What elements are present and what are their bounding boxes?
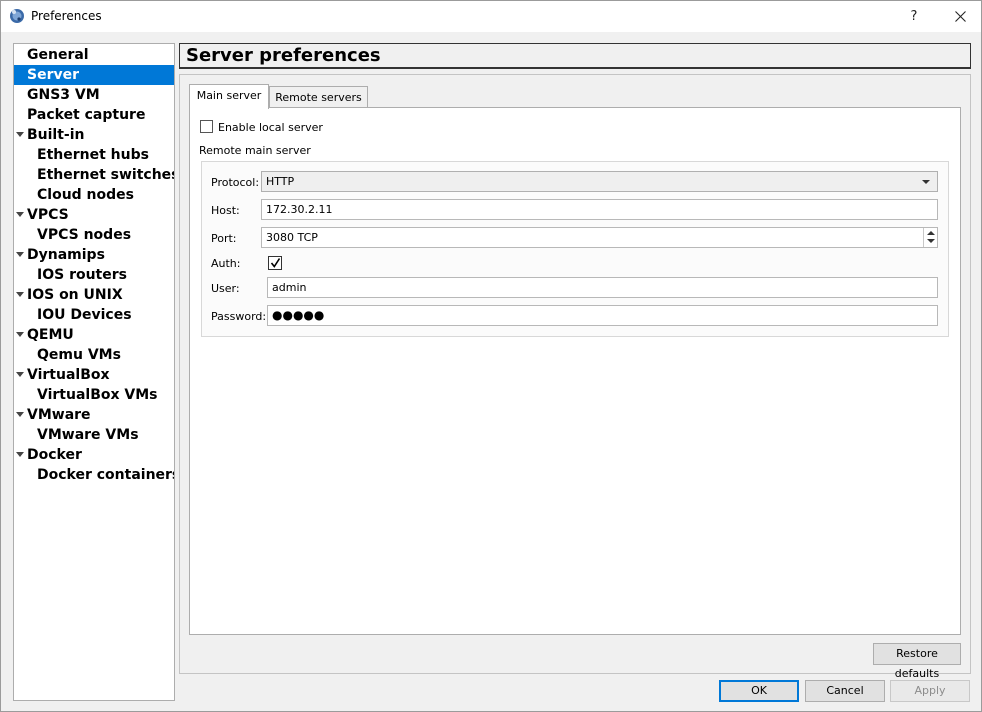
tree-item-general[interactable]: General: [14, 45, 174, 65]
tree-item-ethernet-switches[interactable]: Ethernet switches: [14, 165, 174, 185]
tree-item-docker-containers[interactable]: Docker containers: [14, 465, 174, 485]
tree-item-label: Ethernet hubs: [37, 147, 149, 163]
chevron-down-icon: [922, 180, 930, 184]
tree-item-server[interactable]: Server: [14, 65, 174, 85]
tree-item-label: IOU Devices: [37, 307, 132, 323]
tree-item-label: QEMU: [27, 327, 74, 343]
host-value: 172.30.2.11: [266, 203, 333, 216]
user-label: User:: [211, 282, 240, 295]
tree-item-virtualbox-vms[interactable]: VirtualBox VMs: [14, 385, 174, 405]
expand-arrow-icon[interactable]: [16, 132, 24, 137]
tree-item-ios-on-unix[interactable]: IOS on UNIX: [14, 285, 174, 305]
protocol-select[interactable]: HTTP: [261, 171, 938, 192]
expand-arrow-icon[interactable]: [16, 372, 24, 377]
tree-item-cloud-nodes[interactable]: Cloud nodes: [14, 185, 174, 205]
tree-item-packet-capture[interactable]: Packet capture: [14, 105, 174, 125]
page-header: Server preferences: [179, 43, 971, 69]
tree-item-label: GNS3 VM: [27, 87, 100, 103]
tree-item-label: Docker: [27, 447, 82, 463]
gns3-app-icon: [9, 8, 25, 24]
expand-arrow-icon[interactable]: [16, 452, 24, 457]
expand-arrow-icon[interactable]: [16, 412, 24, 417]
title-bar: Preferences ?: [1, 1, 981, 32]
password-value: ●●●●●: [272, 308, 325, 322]
tree-item-label: General: [27, 47, 89, 63]
tree-item-ios-routers[interactable]: IOS routers: [14, 265, 174, 285]
cancel-button[interactable]: Cancel: [805, 680, 885, 702]
tree-item-docker[interactable]: Docker: [14, 445, 174, 465]
tree-item-vpcs[interactable]: VPCS: [14, 205, 174, 225]
tree-item-virtualbox[interactable]: VirtualBox: [14, 365, 174, 385]
password-label: Password:: [211, 310, 267, 323]
tree-item-qemu[interactable]: QEMU: [14, 325, 174, 345]
tree-item-vpcs-nodes[interactable]: VPCS nodes: [14, 225, 174, 245]
tree-item-ethernet-hubs[interactable]: Ethernet hubs: [14, 145, 174, 165]
preferences-window: Preferences ? General Server GNS3 VM Packet…: [0, 0, 982, 712]
tree-item-iou-devices[interactable]: IOU Devices: [14, 305, 174, 325]
port-spin-buttons[interactable]: [923, 228, 937, 247]
page-title: Server preferences: [186, 45, 381, 66]
tree-item-label: Built-in: [27, 127, 85, 143]
expand-arrow-icon[interactable]: [16, 252, 24, 257]
tree-item-qemu-vms[interactable]: Qemu VMs: [14, 345, 174, 365]
user-value: admin: [272, 281, 307, 294]
tree-item-label: Cloud nodes: [37, 187, 134, 203]
host-label: Host:: [211, 204, 240, 217]
help-button[interactable]: ?: [897, 1, 931, 32]
port-value: 3080 TCP: [266, 231, 318, 244]
tab-main-server-label: Main server: [196, 89, 262, 102]
spin-up-icon[interactable]: [927, 231, 935, 235]
auth-label: Auth:: [211, 257, 241, 270]
user-input[interactable]: admin: [267, 277, 938, 298]
tree-item-vmware[interactable]: VMware: [14, 405, 174, 425]
tree-item-label: Packet capture: [27, 107, 146, 123]
preferences-tree: General Server GNS3 VM Packet capture Built-…: [13, 43, 175, 701]
protocol-label: Protocol:: [211, 176, 260, 189]
tree-item-label: Ethernet switches: [37, 167, 175, 183]
ok-button[interactable]: OK: [719, 680, 799, 702]
close-icon: [954, 11, 966, 22]
protocol-value: HTTP: [266, 175, 295, 188]
tree-item-label: VPCS nodes: [37, 227, 132, 243]
expand-arrow-icon[interactable]: [16, 332, 24, 337]
auth-checkbox[interactable]: [268, 256, 282, 270]
tree-item-built-in[interactable]: Built-in: [14, 125, 174, 145]
close-button[interactable]: [941, 1, 979, 32]
remote-main-server-title: Remote main server: [199, 144, 311, 157]
tree-item-label: VMware VMs: [37, 427, 139, 443]
window-title: Preferences: [31, 9, 102, 23]
tree-item-label: VPCS: [27, 207, 69, 223]
tab-remote-servers-label: Remote servers: [275, 91, 362, 104]
enable-local-server-label: Enable local server: [218, 121, 323, 134]
port-label: Port:: [211, 232, 237, 245]
expand-arrow-icon[interactable]: [16, 212, 24, 217]
enable-local-server-checkbox[interactable]: [200, 120, 213, 133]
apply-button[interactable]: Apply: [890, 680, 970, 702]
tab-remote-servers[interactable]: Remote servers: [269, 86, 368, 108]
tree-item-label: Dynamips: [27, 247, 105, 263]
tree-item-label: IOS routers: [37, 267, 127, 283]
tree-item-label: VMware: [27, 407, 91, 423]
tree-item-label: VirtualBox VMs: [37, 387, 158, 403]
tab-main-server[interactable]: Main server: [189, 84, 269, 109]
tree-item-vmware-vms[interactable]: VMware VMs: [14, 425, 174, 445]
checkmark-icon: [270, 258, 281, 268]
tree-item-label: Qemu VMs: [37, 347, 121, 363]
restore-defaults-button[interactable]: Restore defaults: [873, 643, 961, 680]
tree-item-label: VirtualBox: [27, 367, 110, 383]
tree-item-label: IOS on UNIX: [27, 287, 123, 303]
host-input[interactable]: 172.30.2.11: [261, 199, 938, 220]
tree-item-label: Server: [27, 67, 80, 83]
port-spinbox[interactable]: 3080 TCP: [261, 227, 938, 248]
expand-arrow-icon[interactable]: [16, 292, 24, 297]
tree-item-gns3-vm[interactable]: GNS3 VM: [14, 85, 174, 105]
spin-down-icon[interactable]: [927, 239, 935, 243]
password-input[interactable]: ●●●●●: [267, 305, 938, 326]
tree-item-label: Docker containers: [37, 467, 175, 483]
tree-item-dynamips[interactable]: Dynamips: [14, 245, 174, 265]
